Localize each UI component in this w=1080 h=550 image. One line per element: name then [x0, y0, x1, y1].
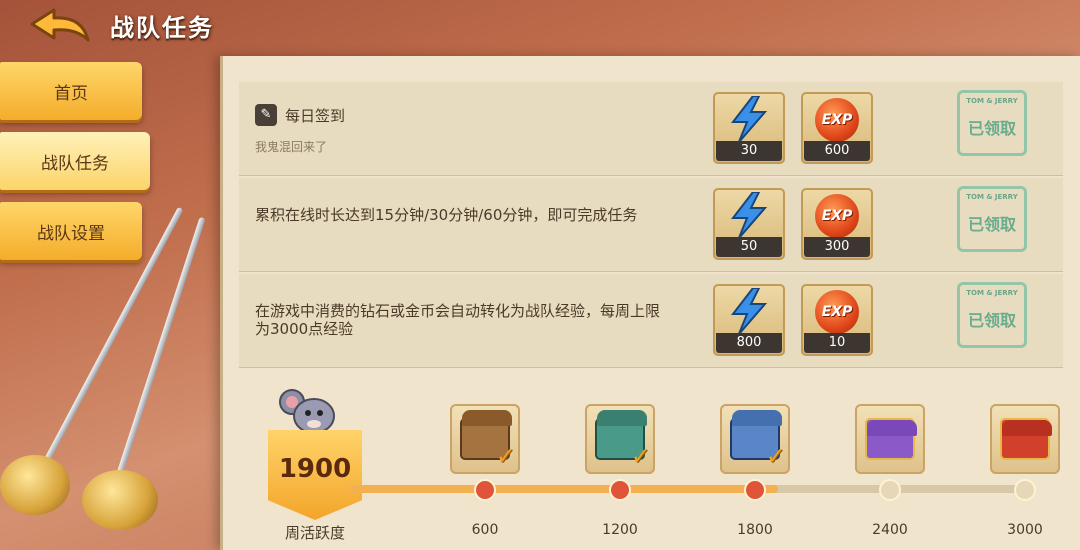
claimed-stamp[interactable]: TOM & JERRY 已领取: [957, 186, 1027, 252]
task-title: 每日签到: [285, 107, 346, 125]
chest-1200[interactable]: ✓: [585, 404, 655, 474]
purple-chest-icon: [865, 418, 917, 460]
milestone-label: 600: [471, 522, 499, 538]
rapier-guard-icon: [0, 455, 70, 515]
reward-count: 800: [716, 333, 782, 353]
chest-3000[interactable]: [990, 404, 1060, 474]
check-icon: ✓: [630, 442, 651, 470]
weekly-activity: 1900 周活跃度 ✓ ✓ ✓ 600 1200 1800 2400 3000: [220, 380, 1080, 550]
lightning-icon: [730, 192, 768, 238]
reward-exp: EXP 10: [801, 284, 873, 356]
task-subtitle: 我鬼混回来了: [255, 140, 328, 154]
milestone-node: [1014, 479, 1036, 501]
milestone-node: [879, 479, 901, 501]
stamp-text: 已领取: [967, 119, 1016, 138]
sidebar-item-home[interactable]: 首页: [0, 62, 142, 120]
weekly-activity-label: 周活跃度: [284, 524, 345, 542]
exp-icon: EXP: [815, 194, 859, 238]
page-title: 战队任务: [110, 14, 214, 42]
progress-fill: [350, 485, 779, 493]
task-title: 在游戏中消费的钻石或金币会自动转化为战队经验，每周上限为3000点经验: [255, 302, 661, 338]
task-row: ✎ 每日签到 我鬼混回来了 30 EXP 600 TOM & JERRY 已领取: [239, 82, 1063, 176]
stamp-brand: TOM & JERRY: [966, 289, 1018, 297]
milestone-label: 1800: [737, 522, 773, 538]
milestone-label: 3000: [1007, 522, 1043, 538]
reward-count: 50: [716, 237, 782, 257]
reward-count: 30: [716, 141, 782, 161]
reward-lightning: 800: [713, 284, 785, 356]
progress-track: [350, 485, 1030, 493]
milestone-label: 1200: [602, 522, 638, 538]
weekly-score: 1900: [278, 454, 352, 484]
reward-exp: EXP 600: [801, 92, 873, 164]
reward-count: 600: [804, 141, 870, 161]
claimed-stamp[interactable]: TOM & JERRY 已领取: [957, 90, 1027, 156]
stamp-brand: TOM & JERRY: [966, 193, 1018, 201]
reward-count: 300: [804, 237, 870, 257]
task-list: ✎ 每日签到 我鬼混回来了 30 EXP 600 TOM & JERRY 已领取…: [239, 82, 1063, 402]
task-row: 在游戏中消费的钻石或金币会自动转化为战队经验，每周上限为3000点经验 800 …: [239, 274, 1063, 368]
sidebar-item-label: 战队任务: [41, 153, 109, 174]
red-chest-icon: [1000, 418, 1052, 460]
milestone-node: [744, 479, 766, 501]
check-icon: ✓: [495, 442, 516, 470]
stamp-text: 已领取: [967, 215, 1016, 234]
exp-icon: EXP: [815, 98, 859, 142]
sidebar-item-team-tasks[interactable]: 战队任务: [0, 132, 150, 190]
check-icon: ✓: [765, 442, 786, 470]
back-button[interactable]: [28, 6, 94, 46]
task-title: 累积在线时长达到15分钟/30分钟/60分钟，即可完成任务: [255, 206, 638, 224]
chest-2400[interactable]: [855, 404, 925, 474]
chest-600[interactable]: ✓: [450, 404, 520, 474]
chest-1800[interactable]: ✓: [720, 404, 790, 474]
stamp-brand: TOM & JERRY: [966, 97, 1018, 105]
reward-lightning: 50: [713, 188, 785, 260]
lightning-icon: [730, 288, 768, 334]
milestone-label: 2400: [872, 522, 908, 538]
reward-count: 10: [804, 333, 870, 353]
reward-exp: EXP 300: [801, 188, 873, 260]
rapier-guard-icon: [82, 470, 158, 530]
back-arrow-icon: [30, 8, 90, 42]
reward-lightning: 30: [713, 92, 785, 164]
exp-icon: EXP: [815, 290, 859, 334]
sidebar-item-label: 战队设置: [37, 223, 105, 244]
task-row: 累积在线时长达到15分钟/30分钟/60分钟，即可完成任务 50 EXP 300…: [239, 178, 1063, 272]
stamp-text: 已领取: [967, 311, 1016, 330]
milestone-node: [474, 479, 496, 501]
sidebar-item-team-settings[interactable]: 战队设置: [0, 202, 142, 260]
lightning-icon: [730, 96, 768, 142]
edit-icon: ✎: [255, 104, 277, 126]
milestone-node: [609, 479, 631, 501]
sidebar-item-label: 首页: [54, 83, 88, 104]
claimed-stamp[interactable]: TOM & JERRY 已领取: [957, 282, 1027, 348]
top-bar: 战队任务: [0, 0, 1080, 52]
